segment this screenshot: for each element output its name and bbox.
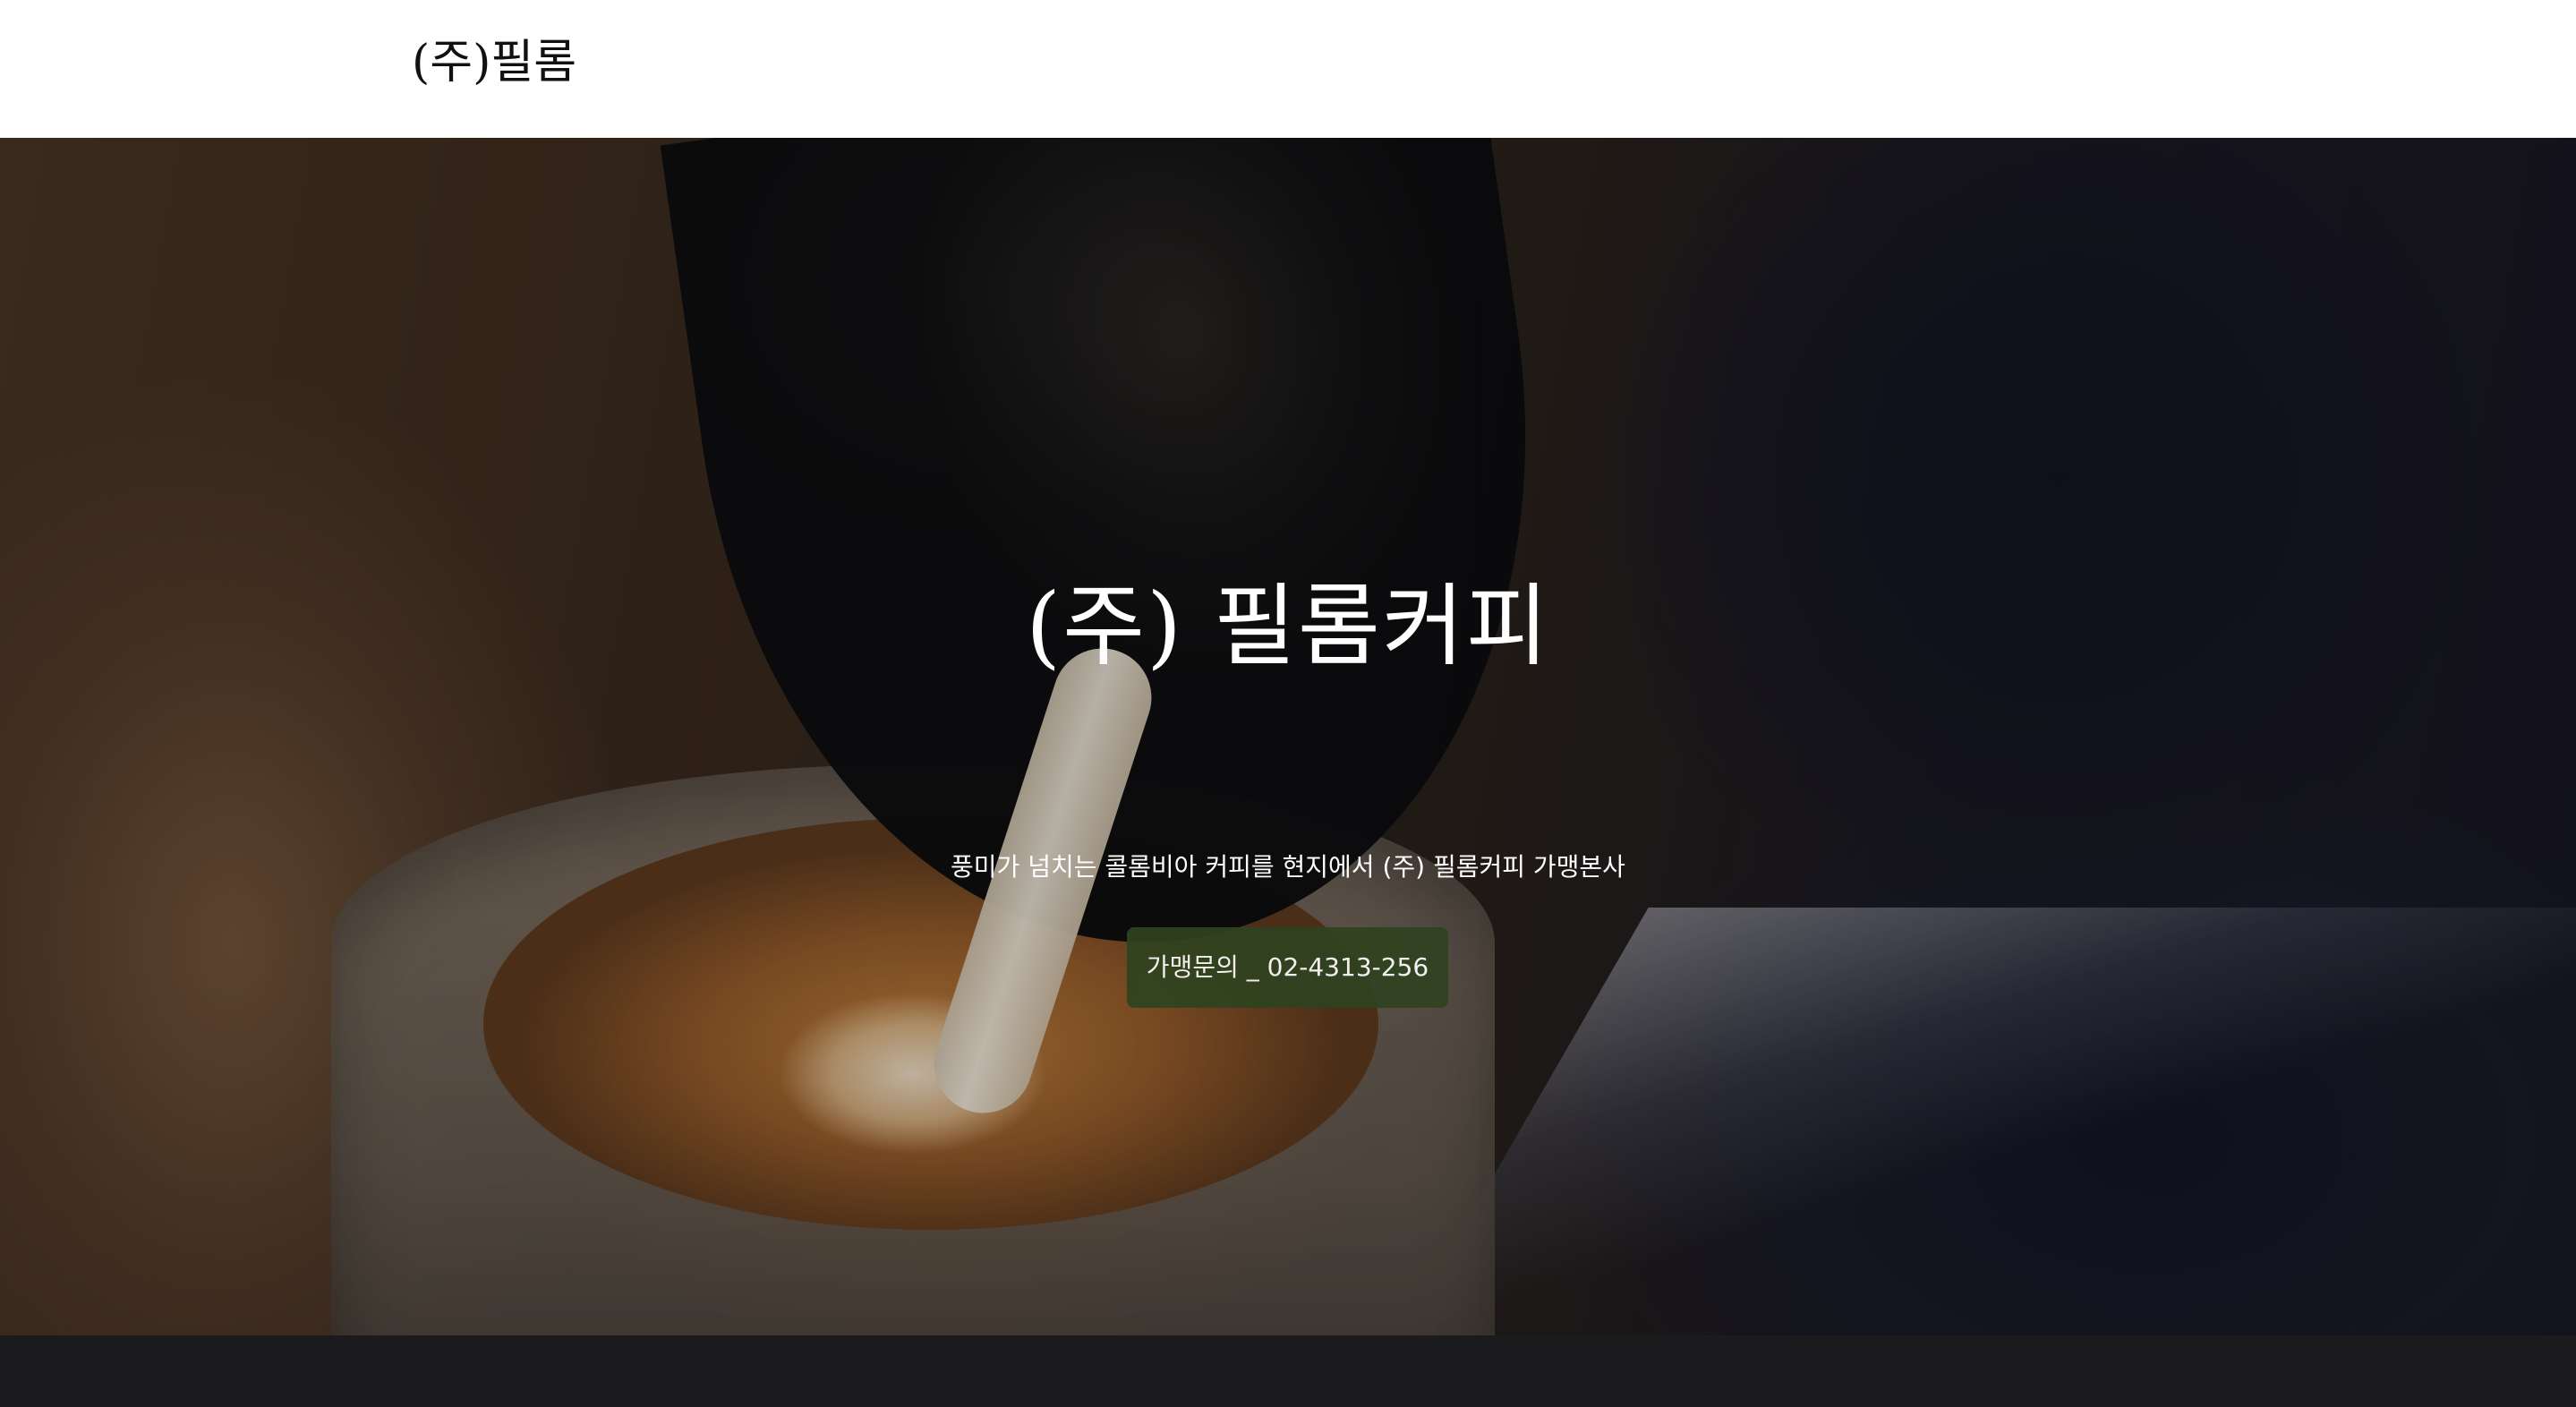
hero-section: (주) 필롬커피 풍미가 넘치는 콜롬비아 커피를 현지에서 (주) 필롬커피 …: [0, 138, 2576, 1335]
hero-overlay: [0, 138, 2576, 1335]
brand-logo[interactable]: (주)필롬: [412, 30, 576, 95]
franchise-inquiry-button[interactable]: 가맹문의 _ 02-4313-256: [1127, 927, 1448, 1008]
site-footer: [0, 1335, 2576, 1407]
hero-title: (주) 필롬커피: [1026, 574, 1550, 678]
hero-subtitle: 풍미가 넘치는 콜롬비아 커피를 현지에서 (주) 필롬커피 가맹본사: [951, 852, 1625, 882]
site-header: (주)필롬: [0, 0, 2576, 138]
